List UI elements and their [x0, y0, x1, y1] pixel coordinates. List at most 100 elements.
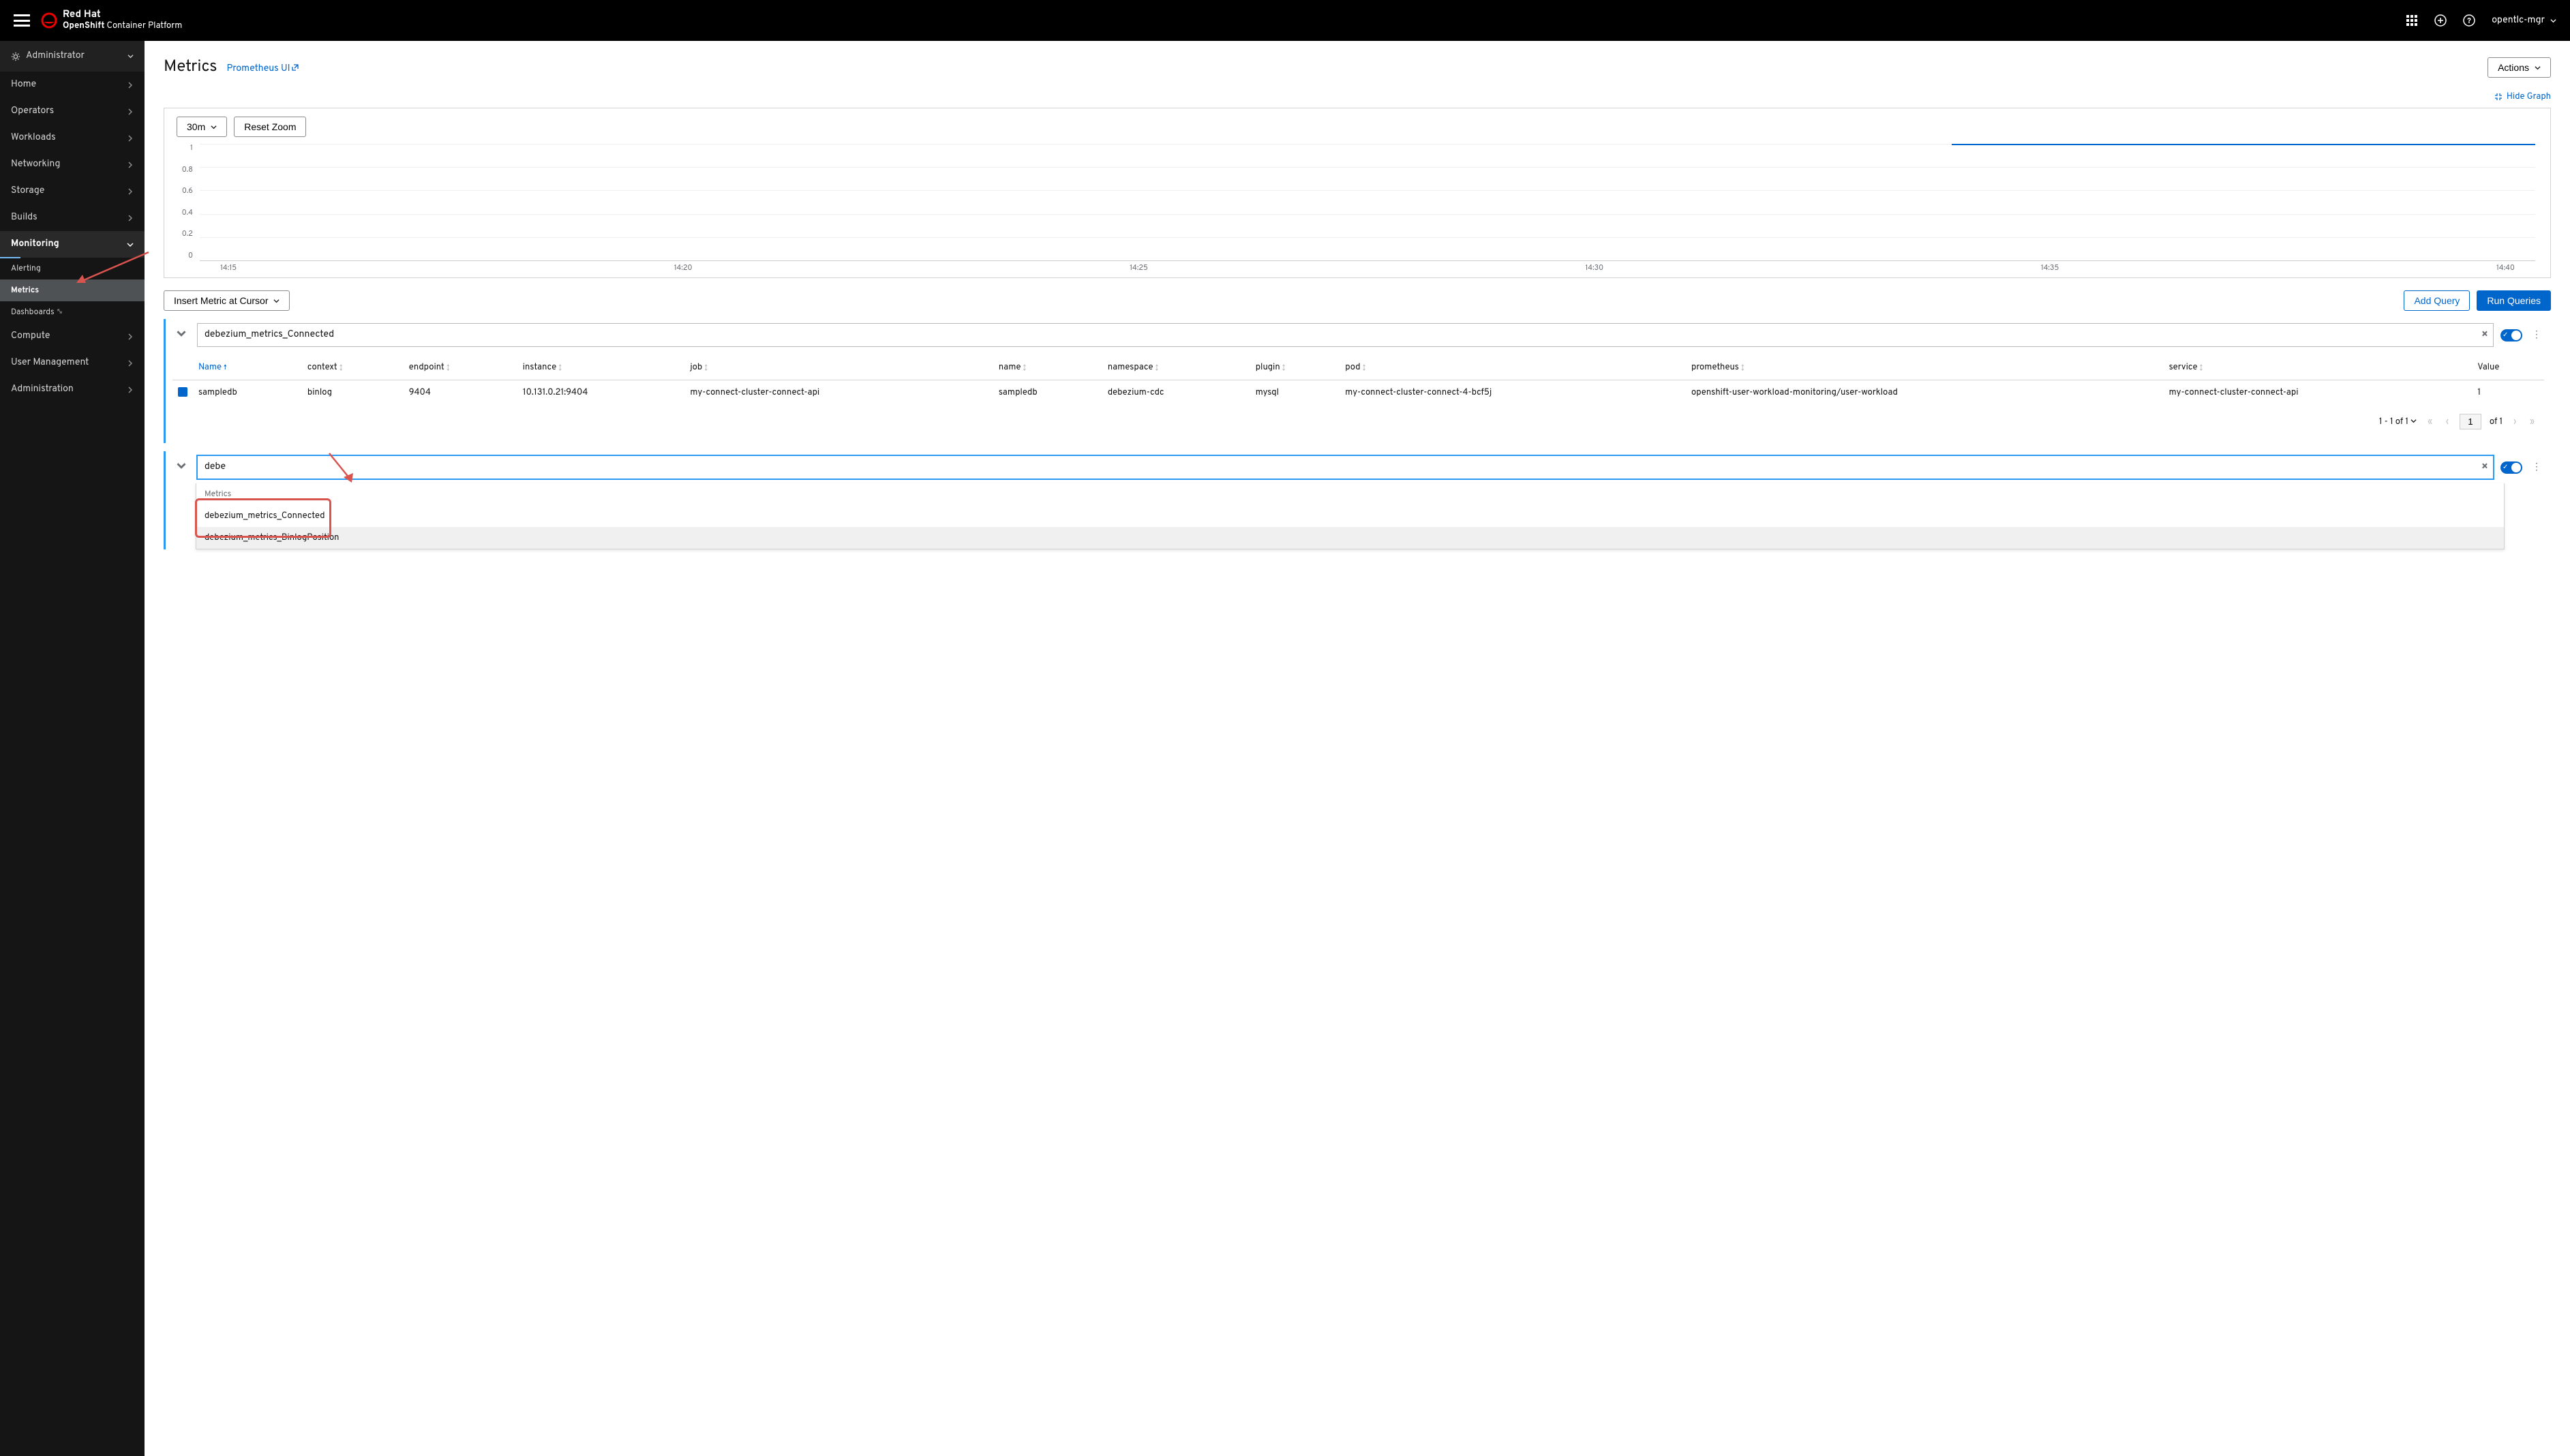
autocomplete-dropdown: Metrics debezium_metrics_Connected debez…: [196, 483, 2505, 549]
col-name[interactable]: Name↑: [193, 355, 302, 380]
cell: 1: [2472, 380, 2544, 408]
page-prev[interactable]: ‹: [2443, 416, 2451, 427]
sidebar-item-user-management[interactable]: User Management: [0, 350, 145, 376]
button-label: Actions: [2498, 62, 2529, 73]
sidebar-item-monitoring[interactable]: Monitoring: [0, 231, 145, 258]
page-summary[interactable]: 1 - 1 of 1: [2379, 416, 2417, 427]
table-row[interactable]: sampledb binlog 9404 10.131.0.21:9404 my…: [172, 380, 2544, 408]
sidebar-item-operators[interactable]: Operators: [0, 98, 145, 125]
summary-text: 1 - 1 of 1: [2379, 416, 2408, 427]
topbar-left: Red Hat OpenShift Container Platform: [14, 9, 182, 32]
y-tick: 0.2: [177, 230, 193, 239]
add-query-button[interactable]: Add Query: [2404, 290, 2470, 311]
sidebar-item-home[interactable]: Home: [0, 72, 145, 98]
app-launcher-icon[interactable]: [2406, 14, 2418, 27]
col-prometheus[interactable]: prometheus↕: [1686, 355, 2164, 380]
page-number-input[interactable]: [2460, 414, 2481, 429]
series-line: [1952, 144, 2536, 145]
insert-metric-button[interactable]: Insert Metric at Cursor: [164, 290, 290, 311]
y-tick: 0: [177, 252, 193, 261]
query-input[interactable]: debe: [197, 455, 2494, 479]
sidebar-item-dashboards[interactable]: Dashboards: [0, 301, 145, 323]
sidebar-item-storage[interactable]: Storage: [0, 178, 145, 204]
chevron-down-icon: [177, 461, 186, 470]
sidebar-item-alerting[interactable]: Alerting: [0, 258, 145, 279]
caret-down-icon: [127, 53, 134, 59]
x-tick: 14:35: [2041, 264, 2059, 273]
caret-down-icon: [211, 124, 217, 130]
product-logo[interactable]: Red Hat OpenShift Container Platform: [41, 9, 182, 32]
y-axis-ticks: 1 0.8 0.6 0.4 0.2 0: [177, 144, 197, 261]
col-job[interactable]: job↕: [684, 355, 993, 380]
autocomplete-header: Metrics: [196, 483, 2504, 505]
collapse-toggle[interactable]: [172, 457, 190, 479]
col-pod[interactable]: pod↕: [1340, 355, 1686, 380]
cell: sampledb: [993, 380, 1102, 408]
help-icon[interactable]: ?: [2463, 14, 2475, 27]
sidebar-item-label: Home: [11, 79, 36, 91]
col-label: job: [690, 362, 702, 373]
prometheus-ui-link[interactable]: Prometheus UI: [226, 63, 298, 75]
global-topbar: Red Hat OpenShift Container Platform ? o…: [0, 0, 2570, 41]
clear-query-icon[interactable]: ×: [2481, 329, 2488, 342]
cell: debezium-cdc: [1102, 380, 1250, 408]
sidebar-item-workloads[interactable]: Workloads: [0, 125, 145, 151]
reset-zoom-button[interactable]: Reset Zoom: [234, 117, 306, 137]
add-icon[interactable]: [2434, 14, 2447, 27]
col-label: endpoint: [409, 362, 444, 373]
sidebar-item-networking[interactable]: Networking: [0, 151, 145, 178]
sidebar-item-metrics[interactable]: Metrics: [0, 279, 145, 301]
page-title: Metrics: [164, 57, 217, 78]
page-next[interactable]: ›: [2511, 416, 2519, 427]
sidebar-item-compute[interactable]: Compute: [0, 323, 145, 350]
col-namespace[interactable]: namespace↕: [1102, 355, 1250, 380]
chevron-right-icon: [127, 215, 134, 222]
chevron-right-icon: [127, 188, 134, 195]
col-name2[interactable]: name↕: [993, 355, 1102, 380]
perspective-switcher[interactable]: Administrator: [0, 41, 145, 72]
query-input[interactable]: debezium_metrics_Connected: [197, 323, 2494, 347]
time-range-value: 30m: [187, 121, 205, 132]
autocomplete-item[interactable]: debezium_metrics_BinlogPosition: [196, 527, 2504, 549]
query-enable-toggle[interactable]: ✓: [2500, 329, 2522, 342]
compress-icon: [2494, 93, 2503, 101]
col-label: prometheus: [1691, 362, 1739, 373]
sidebar-item-builds[interactable]: Builds: [0, 204, 145, 231]
col-value[interactable]: Value: [2472, 355, 2544, 380]
col-label: Value: [2477, 362, 2499, 373]
autocomplete-item[interactable]: debezium_metrics_Connected: [196, 505, 2504, 527]
username: opentlc-mgr: [2492, 15, 2545, 27]
user-menu[interactable]: opentlc-mgr: [2492, 15, 2556, 27]
col-label: namespace: [1108, 362, 1153, 373]
col-endpoint[interactable]: endpoint↕: [404, 355, 517, 380]
row-color-swatch[interactable]: [178, 387, 187, 397]
perspective-label: Administrator: [26, 50, 85, 62]
query-kebab-menu[interactable]: ⋮: [2529, 459, 2544, 476]
actions-button[interactable]: Actions: [2488, 57, 2551, 78]
collapse-toggle[interactable]: [172, 324, 190, 346]
sidebar-item-label: Compute: [11, 331, 50, 342]
col-context[interactable]: context↕: [302, 355, 404, 380]
chart-area[interactable]: 1 0.8 0.6 0.4 0.2 0 14:15 14: [177, 144, 2538, 273]
col-label: instance: [523, 362, 557, 373]
col-label: service: [2169, 362, 2198, 373]
chevron-down-icon: [177, 329, 186, 338]
hide-graph-toggle[interactable]: Hide Graph: [164, 91, 2551, 102]
time-range-select[interactable]: 30m: [177, 117, 227, 137]
nav-toggle-icon[interactable]: [14, 14, 30, 27]
y-tick: 0.4: [177, 209, 193, 218]
page-last[interactable]: »: [2527, 416, 2537, 427]
col-service[interactable]: service↕: [2164, 355, 2473, 380]
run-queries-button[interactable]: Run Queries: [2477, 290, 2551, 311]
query-enable-toggle[interactable]: ✓: [2500, 461, 2522, 474]
button-label: Insert Metric at Cursor: [174, 295, 268, 306]
query-kebab-menu[interactable]: ⋮: [2529, 327, 2544, 344]
col-plugin[interactable]: plugin↕: [1250, 355, 1340, 380]
clear-query-icon[interactable]: ×: [2481, 461, 2488, 474]
x-tick: 14:25: [1130, 264, 1148, 273]
sidebar-item-label: Dashboards: [11, 307, 55, 318]
col-instance[interactable]: instance↕: [517, 355, 685, 380]
sidebar-item-administration[interactable]: Administration: [0, 376, 145, 403]
caret-down-icon: [2410, 418, 2417, 424]
page-first[interactable]: «: [2425, 416, 2435, 427]
